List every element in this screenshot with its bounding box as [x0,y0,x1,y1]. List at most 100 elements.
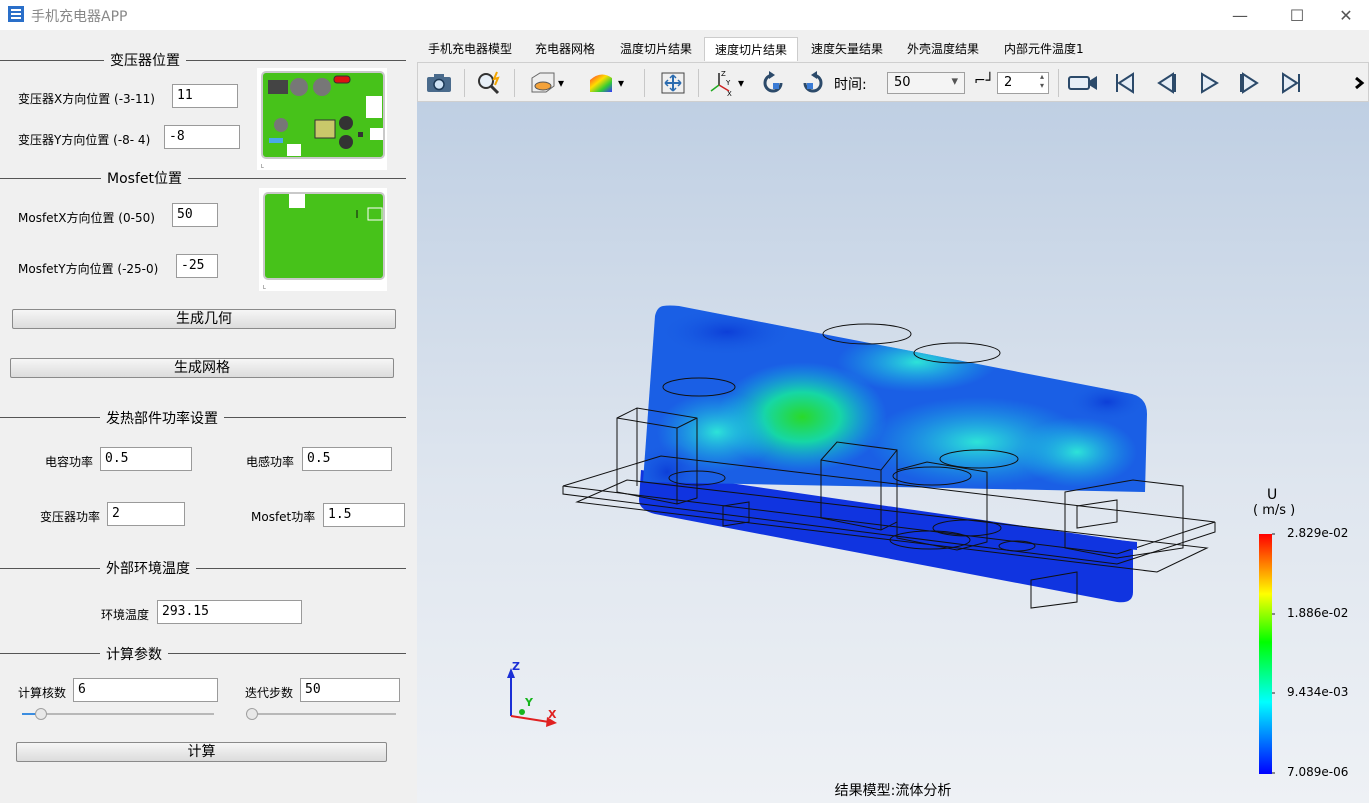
chevron-down-icon[interactable]: ▾ [554,67,568,99]
rotate-ccw-icon[interactable] [756,67,790,99]
ambient-temperature-label: 环境温度 [101,608,150,622]
cores-slider-track[interactable] [22,713,214,715]
spin-arrows-icon: ▴ ▾ [1039,72,1044,90]
toolbar-overflow-icon[interactable] [1350,67,1368,99]
inductor-power-input[interactable]: 0.5 [302,447,392,471]
group-divider [0,653,406,654]
transformer-group-title: 变压器位置 [104,50,186,70]
tab-shell-temperature[interactable]: 外壳温度结果 [907,37,979,61]
legend-unit: ( m/s ) [1253,503,1296,518]
toolbar-separator [698,69,699,97]
contour-icon[interactable] [584,67,618,99]
transformer-power-label: 变压器功率 [40,510,101,524]
group-divider [0,568,406,569]
transformer-y-label: 变压器Y方向位置 (-8- 4) [18,133,151,147]
transformer-y-input[interactable]: -8 [164,125,240,149]
axis-y-label: Y [525,696,533,709]
tab-velocity-vector[interactable]: 速度矢量结果 [811,37,883,61]
group-divider [0,60,406,61]
mosfet-group-title: Mosfet位置 [101,168,188,188]
step-icon: ⌐┘ [974,73,995,89]
cores-label: 计算核数 [18,686,67,700]
fit-view-icon[interactable] [656,67,690,99]
chevron-down-icon: ▾ [951,74,958,89]
title-bar: 手机充电器APP — ☐ ✕ [0,0,1369,30]
result-viewport[interactable]: U ( m/s ) 2.829e-02 1.886e-02 9.434e-03 … [417,102,1369,803]
toolbar-separator [1058,69,1059,97]
step-spinbox[interactable]: 2 ▴ ▾ [997,72,1049,94]
tab-velocity-slice[interactable]: 速度切片结果 [704,37,799,61]
tab-internal-temperature[interactable]: 内部元件温度1 [1004,37,1084,61]
tab-charger-mesh[interactable]: 充电器网格 [535,37,595,61]
zoom-icon[interactable] [472,67,506,99]
legend-mid-high-label: 1.886e-02 [1287,606,1349,620]
ambient-temperature-input[interactable]: 293.15 [157,600,302,624]
toolbar-separator [514,69,515,97]
play-icon[interactable] [1192,67,1226,99]
mosfet-x-label: MosfetX方向位置 (0-50) [18,211,155,225]
time-select[interactable]: 50 ▾ [887,72,965,94]
window-title: 手机充电器APP [31,9,128,25]
mosfet-y-input[interactable]: -25 [176,254,218,278]
mosfet-position-preview: L [259,188,387,291]
generate-mesh-button[interactable]: 生成网格 [10,358,394,378]
mosfet-x-input[interactable]: 50 [172,203,218,227]
compute-button[interactable]: 计算 [16,742,387,762]
record-video-icon[interactable] [1066,67,1100,99]
svg-text:X: X [727,90,732,97]
legend-max-label: 2.829e-02 [1287,526,1349,540]
axis-z-label: Z [512,660,520,673]
iterations-label: 迭代步数 [245,686,294,700]
last-frame-icon[interactable] [1274,67,1308,99]
generate-geometry-button[interactable]: 生成几何 [12,309,396,329]
next-frame-icon[interactable] [1232,67,1266,99]
chevron-down-icon[interactable]: ▾ [734,67,748,99]
capacitor-power-label: 电容功率 [45,455,94,469]
compute-group-title: 计算参数 [100,644,168,664]
toolbar-separator [464,69,465,97]
inductor-power-label: 电感功率 [246,455,295,469]
result-tabs: 手机充电器模型 充电器网格 温度切片结果 速度切片结果 速度矢量结果 外壳温度结… [416,37,1369,61]
legend-title: U [1267,487,1278,503]
svg-text:Z: Z [721,70,726,78]
svg-text:L: L [261,164,264,170]
transformer-power-input[interactable]: 2 [107,502,185,526]
iterations-slider-track[interactable] [246,713,396,715]
camera-icon[interactable] [422,67,456,99]
velocity-slice-render [507,305,1275,774]
result-model-caption: 结果模型:流体分析 [834,783,952,799]
axis-x-label: X [548,708,557,721]
chevron-down-icon[interactable]: ▾ [614,67,628,99]
transformer-x-label: 变压器X方向位置 (-3-11) [18,92,155,106]
transformer-x-input[interactable]: 11 [172,84,238,108]
legend-color-bar [1259,534,1272,774]
cores-slider-handle[interactable] [35,708,48,720]
view-toolbar: ▾ ▾ ZYX ▾ 时间: 50 ▾ ⌐┘ 2 ▴ ▾ [417,62,1369,102]
minimize-button[interactable]: — [1217,0,1263,30]
group-divider [0,178,406,179]
legend-mid-low-label: 9.434e-03 [1287,685,1349,699]
previous-frame-icon[interactable] [1150,67,1184,99]
step-value: 2 [1004,75,1013,90]
time-select-value: 50 [894,75,911,90]
cores-input[interactable]: 6 [73,678,218,702]
rotate-cw-icon[interactable] [796,67,830,99]
close-button[interactable]: ✕ [1323,0,1369,30]
svg-text:Y: Y [725,79,731,87]
parameter-panel: 变压器位置 变压器X方向位置 (-3-11) 11 变压器Y方向位置 (-8- … [0,30,416,803]
iterations-slider-handle[interactable] [246,708,258,720]
axes-view-icon[interactable]: ZYX [704,67,738,99]
power-group-title: 发热部件功率设置 [100,408,224,428]
maximize-button[interactable]: ☐ [1274,0,1320,30]
transformer-position-preview: L [257,68,387,170]
ambient-group-title: 外部环境温度 [100,558,196,578]
svg-text:L: L [263,285,266,291]
tab-temperature-slice[interactable]: 温度切片结果 [620,37,692,61]
mosfet-power-label: Mosfet功率 [251,510,316,524]
app-icon [8,6,24,22]
tab-charger-model[interactable]: 手机充电器模型 [428,37,512,61]
mosfet-power-input[interactable]: 1.5 [323,503,405,527]
capacitor-power-input[interactable]: 0.5 [100,447,192,471]
iterations-input[interactable]: 50 [300,678,400,702]
first-frame-icon[interactable] [1108,67,1142,99]
